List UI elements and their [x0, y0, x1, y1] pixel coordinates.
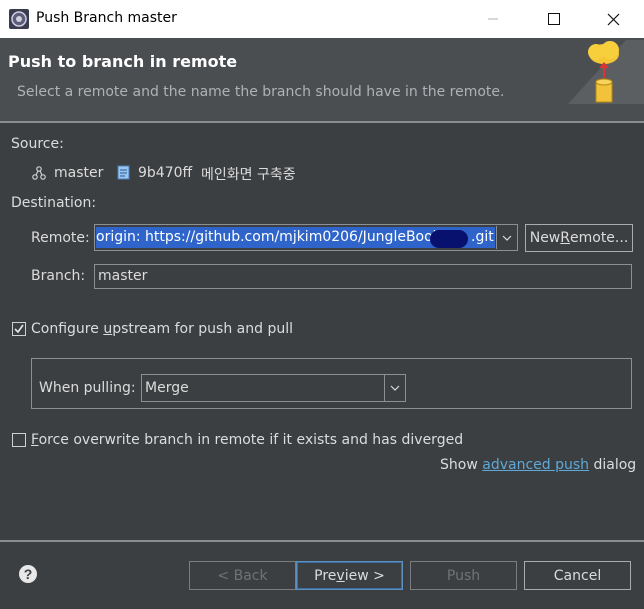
- branch-field[interactable]: master: [94, 264, 632, 289]
- preview-label-mnemonic: v: [336, 567, 345, 584]
- new-remote-label-post: emote...: [570, 230, 629, 246]
- preview-button[interactable]: Pre v iew >: [296, 561, 403, 590]
- dialog-header: Push to branch in remote Select a remote…: [0, 38, 644, 122]
- push-button[interactable]: Push: [410, 561, 517, 590]
- dialog-header-title: Push to branch in remote: [8, 52, 238, 71]
- minimize-button[interactable]: [470, 0, 516, 38]
- help-icon[interactable]: ?: [18, 564, 38, 584]
- configure-upstream-checkbox[interactable]: [12, 322, 26, 336]
- maximize-button[interactable]: [531, 0, 577, 38]
- window-title: Push Branch master: [36, 10, 177, 26]
- configure-upstream-label-mnemonic: u: [103, 321, 113, 337]
- new-remote-label-pre: New: [529, 230, 561, 246]
- remote-label: Remote:: [31, 230, 90, 246]
- configure-upstream-label-post: pstream for push and pull: [112, 321, 293, 337]
- source-branch: master: [54, 165, 104, 181]
- remote-url: origin: https://github.com/mjkim0206/Jun…: [96, 229, 441, 245]
- when-pulling-dropdown-button[interactable]: [384, 375, 405, 401]
- window-title-bar: Push Branch master: [0, 0, 644, 39]
- close-button[interactable]: [590, 0, 636, 38]
- when-pulling-label: When pulling:: [39, 380, 136, 396]
- branch-icon: [32, 166, 46, 180]
- configure-upstream-label-pre: Configure: [31, 321, 104, 337]
- remote-url-suffix: .git: [471, 229, 494, 245]
- redaction-mark: [430, 230, 468, 248]
- remote-combo-selected-text: origin: https://github.com/mjkim0206/Jun…: [96, 227, 495, 248]
- header-separator: [0, 121, 644, 123]
- preview-label-post: iew >: [344, 567, 385, 584]
- advanced-push-link[interactable]: advanced push: [482, 457, 589, 473]
- when-pulling-value: Merge: [145, 380, 189, 396]
- source-label: Source:: [11, 136, 64, 152]
- force-overwrite-label[interactable]: Force overwrite branch in remote if it e…: [31, 432, 463, 448]
- destination-label: Destination:: [11, 195, 97, 211]
- dialog-header-description: Select a remote and the name the branch …: [17, 84, 505, 100]
- chevron-down-icon: [390, 385, 400, 391]
- advanced-push-pre: Show: [440, 457, 483, 473]
- remote-dropdown-button[interactable]: [496, 226, 517, 249]
- force-overwrite-checkbox[interactable]: [12, 433, 26, 447]
- close-icon: [607, 13, 619, 25]
- footer-separator: [0, 540, 644, 542]
- force-overwrite-label-mnemonic: F: [31, 432, 39, 448]
- force-overwrite-label-post: orce overwrite branch in remote if it ex…: [38, 432, 464, 448]
- new-remote-label-mnemonic: R: [560, 230, 570, 246]
- svg-text:?: ?: [24, 566, 33, 582]
- advanced-push-text: Show advanced push dialog: [440, 457, 636, 473]
- source-commit-id: 9b470ff: [138, 165, 193, 181]
- minimize-icon: [488, 18, 498, 20]
- when-pulling-combo[interactable]: Merge: [141, 374, 406, 402]
- advanced-push-post: dialog: [589, 457, 637, 473]
- checkmark-icon: [14, 324, 24, 334]
- chevron-down-icon: [502, 235, 512, 241]
- source-commit-message: 메인화면 구축중: [201, 167, 296, 183]
- configure-upstream-label[interactable]: Configure upstream for push and pull: [31, 321, 293, 337]
- preview-label-pre: Pre: [314, 567, 337, 584]
- upstream-group: When pulling: Merge: [31, 358, 632, 409]
- cancel-button[interactable]: Cancel: [524, 561, 631, 590]
- eclipse-icon: [9, 9, 29, 29]
- back-button[interactable]: < Back: [189, 561, 296, 590]
- remote-combo[interactable]: origin: https://github.com/mjkim0206/Jun…: [94, 224, 518, 251]
- push-cloud-icon: [568, 40, 644, 104]
- branch-label: Branch:: [31, 268, 86, 284]
- new-remote-button[interactable]: New Remote...: [525, 224, 633, 252]
- commit-icon: [117, 165, 130, 180]
- maximize-icon: [548, 13, 560, 25]
